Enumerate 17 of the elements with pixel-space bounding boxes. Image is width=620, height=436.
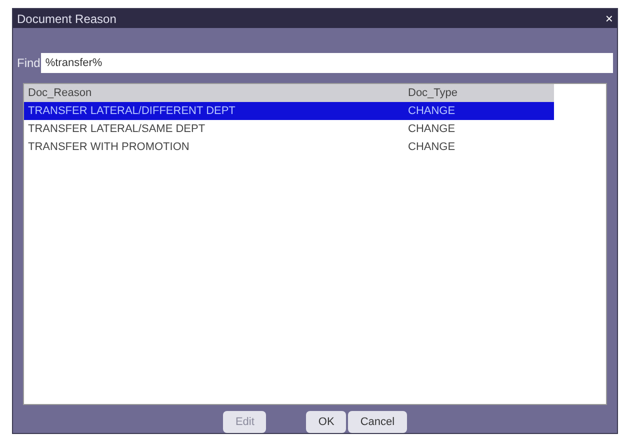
find-label: Find	[17, 55, 40, 72]
table-row[interactable]: TRANSFER LATERAL/DIFFERENT DEPT CHANGE	[24, 102, 554, 120]
find-field[interactable]: %transfer%	[41, 53, 613, 74]
table-cell-text: CHANGE	[407, 122, 456, 138]
table-cell-text: TRANSFER LATERAL/SAME DEPT	[27, 122, 206, 138]
window-title: Document Reason	[17, 10, 116, 28]
dialog-button[interactable]: OK	[306, 411, 346, 433]
close-button[interactable]: ×	[605, 12, 613, 26]
table-cell-text: TRANSFER WITH PROMOTION	[27, 140, 190, 156]
table-cell-text: CHANGE	[407, 104, 456, 120]
table-cell-text: CHANGE	[407, 140, 456, 156]
column-header: Doc_Type	[407, 86, 458, 102]
column-header: Doc_Reason	[27, 86, 93, 102]
table-cell-text: TRANSFER LATERAL/DIFFERENT DEPT	[27, 104, 236, 120]
table-row[interactable]: TRANSFER LATERAL/SAME DEPT CHANGE	[24, 120, 554, 138]
dialog-button[interactable]: Cancel	[348, 411, 407, 433]
table-row[interactable]: TRANSFER WITH PROMOTION CHANGE	[24, 138, 554, 156]
